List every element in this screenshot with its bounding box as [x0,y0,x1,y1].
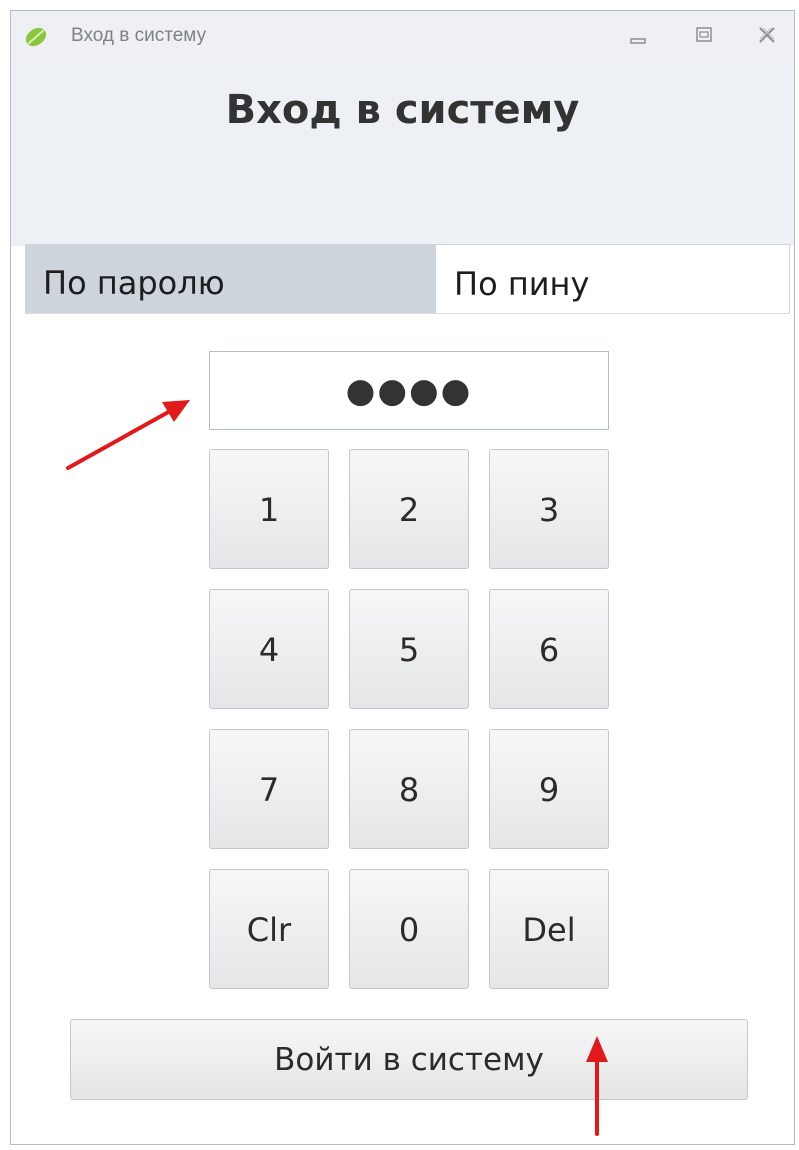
key-9[interactable]: 9 [489,729,609,849]
key-5[interactable]: 5 [349,589,469,709]
leaf-icon [25,27,47,47]
tab-by-password[interactable]: По паролю [25,244,435,314]
key-3[interactable]: 3 [489,449,609,569]
pin-input[interactable]: ●●●● [209,351,609,430]
window-title: Вход в систему [71,25,207,46]
login-button[interactable]: Войти в систему [70,1019,748,1100]
tabs-divider [25,313,790,314]
key-0[interactable]: 0 [349,869,469,989]
login-mode-tabs: По паролю По пину [25,244,790,314]
maximize-icon[interactable] [688,19,720,51]
key-7[interactable]: 7 [209,729,329,849]
annotation-arrow-icon-2 [586,1036,608,1136]
tab-by-pin[interactable]: По пину [435,244,790,314]
key-4[interactable]: 4 [209,589,329,709]
key-8[interactable]: 8 [349,729,469,849]
key-1[interactable]: 1 [209,449,329,569]
key-2[interactable]: 2 [349,449,469,569]
login-window: Вход в систему Вход в систему По паролю … [10,10,795,1145]
key-clear[interactable]: Clr [209,869,329,989]
annotation-arrow-icon [66,400,190,470]
page-title: Вход в систему [225,87,580,133]
key-6[interactable]: 6 [489,589,609,709]
title-bar[interactable]: Вход в систему [11,11,794,61]
key-delete[interactable]: Del [489,869,609,989]
close-icon[interactable] [751,19,783,51]
minimize-icon[interactable] [622,19,654,51]
header-panel: Вход в систему [11,61,794,246]
